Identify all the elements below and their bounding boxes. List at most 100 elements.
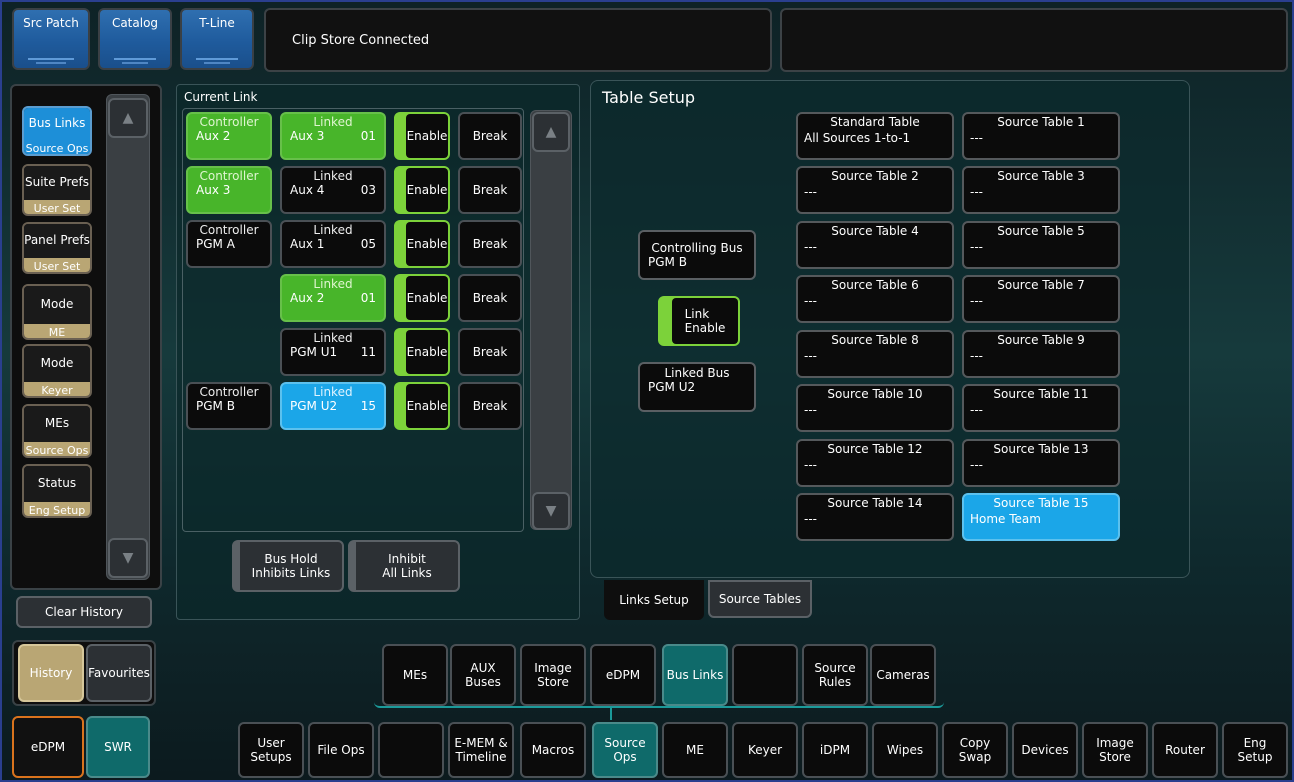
enable-button[interactable]: Enable	[394, 220, 450, 268]
controlling-bus-button[interactable]: Controlling Bus PGM B	[638, 230, 756, 280]
bottom-menu-item[interactable]: Copy Swap	[942, 722, 1008, 778]
sidebar-item-mode-keyer[interactable]: Mode Keyer	[22, 344, 92, 398]
source-table-button[interactable]: Source Table 8 ---	[796, 330, 954, 378]
source-table-button[interactable]: Source Table 5 ---	[962, 221, 1120, 269]
enable-button[interactable]: Enable	[394, 166, 450, 214]
clear-history-button[interactable]: Clear History	[16, 596, 152, 628]
bottom-menu-item[interactable]: Source Ops	[592, 722, 658, 778]
bottom-menu-item[interactable]: ME	[662, 722, 728, 778]
mid-menu-item[interactable]: Source Rules	[802, 644, 868, 706]
bottom-menu-label: Router	[1165, 742, 1205, 757]
bottom-menu-item[interactable]: E-MEM & Timeline	[448, 722, 514, 778]
mid-menu-item[interactable]: AUX Buses	[450, 644, 516, 706]
scroll-down-icon[interactable]: ▼	[532, 492, 570, 530]
break-button[interactable]: Break	[458, 274, 522, 322]
sidebar-item-mode-me[interactable]: Mode ME	[22, 284, 92, 340]
source-table-button[interactable]: Source Table 9 ---	[962, 330, 1120, 378]
tab-src-patch[interactable]: Src Patch	[12, 8, 90, 70]
mid-menu-item[interactable]	[732, 644, 798, 706]
linked-bus-button[interactable]: Linked Bus PGM U2	[638, 362, 756, 412]
linked-button[interactable]: Linked Aux 1 05	[280, 220, 386, 268]
tab-source-tables[interactable]: Source Tables	[708, 580, 812, 618]
source-table-button[interactable]: Source Table 6 ---	[796, 275, 954, 323]
bottom-menu-item[interactable]: Router	[1152, 722, 1218, 778]
mid-menu-item[interactable]: eDPM	[590, 644, 656, 706]
source-table-button[interactable]: Source Table 12 ---	[796, 439, 954, 487]
break-label: Break	[472, 237, 508, 251]
bottom-menu-item[interactable]: Macros	[520, 722, 586, 778]
bottom-menu-item[interactable]: Devices	[1012, 722, 1078, 778]
source-table-button[interactable]: Source Table 2 ---	[796, 166, 954, 214]
break-button[interactable]: Break	[458, 220, 522, 268]
link-enable-button[interactable]: Link Enable	[658, 296, 740, 346]
bottom-menu-item[interactable]: iDPM	[802, 722, 868, 778]
sidebar-item-panel-prefs[interactable]: Panel Prefs User Set	[22, 222, 92, 274]
scroll-up-icon[interactable]: ▲	[108, 98, 148, 138]
linked-button[interactable]: Linked Aux 2 01	[280, 274, 386, 322]
swr-button[interactable]: SWR	[86, 716, 150, 778]
favourites-button[interactable]: Favourites	[86, 644, 152, 702]
linked-button[interactable]: Linked PGM U1 11	[280, 328, 386, 376]
break-button[interactable]: Break	[458, 328, 522, 376]
inhibit-all-links-button[interactable]: Inhibit All Links	[348, 540, 460, 592]
sidebar-item-status[interactable]: Status Eng Setup	[22, 464, 92, 518]
tab-links-setup[interactable]: Links Setup	[604, 580, 704, 620]
bottom-menu-item[interactable]: User Setups	[238, 722, 304, 778]
mid-menu-item[interactable]: Image Store	[520, 644, 586, 706]
tab-catalog[interactable]: Catalog	[98, 8, 172, 70]
bottom-menu-item[interactable]: Image Store	[1082, 722, 1148, 778]
sidebar-item-bus-links[interactable]: Bus Links Source Ops	[22, 106, 92, 156]
linked-button[interactable]: Linked Aux 3 01	[280, 112, 386, 160]
edpm-button[interactable]: eDPM	[12, 716, 84, 778]
inhibit-all-label: Inhibit All Links	[382, 551, 432, 580]
tab-src-patch-label: Src Patch	[23, 16, 79, 30]
sidebar-scrollbar[interactable]	[106, 94, 150, 580]
source-table-button[interactable]: Source Table 10 ---	[796, 384, 954, 432]
bottom-menu-label: File Ops	[317, 742, 365, 757]
scroll-down-icon[interactable]: ▼	[108, 538, 148, 578]
links-scrollbar[interactable]	[530, 110, 572, 530]
source-table-button[interactable]: Source Table 15 Home Team	[962, 493, 1120, 541]
source-table-button[interactable]: Standard Table All Sources 1-to-1	[796, 112, 954, 160]
source-table-button[interactable]: Source Table 7 ---	[962, 275, 1120, 323]
bottom-menu-item[interactable]: Wipes	[872, 722, 938, 778]
break-button[interactable]: Break	[458, 112, 522, 160]
break-button[interactable]: Break	[458, 166, 522, 214]
source-table-button[interactable]: Source Table 1 ---	[962, 112, 1120, 160]
break-label: Break	[472, 399, 508, 413]
bottom-menu-item[interactable]: Keyer	[732, 722, 798, 778]
mid-menu-item[interactable]: Bus Links	[662, 644, 728, 706]
linked-button[interactable]: Linked Aux 4 03	[280, 166, 386, 214]
history-button[interactable]: History	[18, 644, 84, 702]
controller-button[interactable]: Controller PGM A	[186, 220, 272, 268]
source-table-button[interactable]: Source Table 11 ---	[962, 384, 1120, 432]
enable-label: Enable	[406, 114, 448, 158]
sidebar-item-suite-prefs[interactable]: Suite Prefs User Set	[22, 164, 92, 216]
mid-menu-item[interactable]: Cameras	[870, 644, 936, 706]
break-button[interactable]: Break	[458, 382, 522, 430]
mid-menu-item[interactable]: MEs	[382, 644, 448, 706]
bottom-menu-item[interactable]: File Ops	[308, 722, 374, 778]
source-table-button[interactable]: Source Table 14 ---	[796, 493, 954, 541]
tab-indicator	[204, 62, 230, 64]
source-table-button[interactable]: Source Table 3 ---	[962, 166, 1120, 214]
bottom-menu-item[interactable]: Eng Setup	[1222, 722, 1288, 778]
source-table-value: ---	[804, 511, 817, 526]
sidebar-item-mes[interactable]: MEs Source Ops	[22, 404, 92, 458]
scroll-up-icon[interactable]: ▲	[532, 112, 570, 152]
controller-button[interactable]: Controller Aux 3	[186, 166, 272, 214]
enable-button[interactable]: Enable	[394, 382, 450, 430]
enable-button[interactable]: Enable	[394, 328, 450, 376]
tab-t-line[interactable]: T-Line	[180, 8, 254, 70]
bus-hold-inhibits-links-button[interactable]: Bus Hold Inhibits Links	[232, 540, 344, 592]
source-table-value: ---	[804, 184, 817, 199]
enable-button[interactable]: Enable	[394, 274, 450, 322]
controller-button[interactable]: Controller Aux 2	[186, 112, 272, 160]
controller-button[interactable]: Controller PGM B	[186, 382, 272, 430]
linked-button[interactable]: Linked PGM U2 15	[280, 382, 386, 430]
mid-menu-label: Source Rules	[814, 660, 856, 689]
source-table-button[interactable]: Source Table 13 ---	[962, 439, 1120, 487]
source-table-button[interactable]: Source Table 4 ---	[796, 221, 954, 269]
bottom-menu-item[interactable]	[378, 722, 444, 778]
enable-button[interactable]: Enable	[394, 112, 450, 160]
